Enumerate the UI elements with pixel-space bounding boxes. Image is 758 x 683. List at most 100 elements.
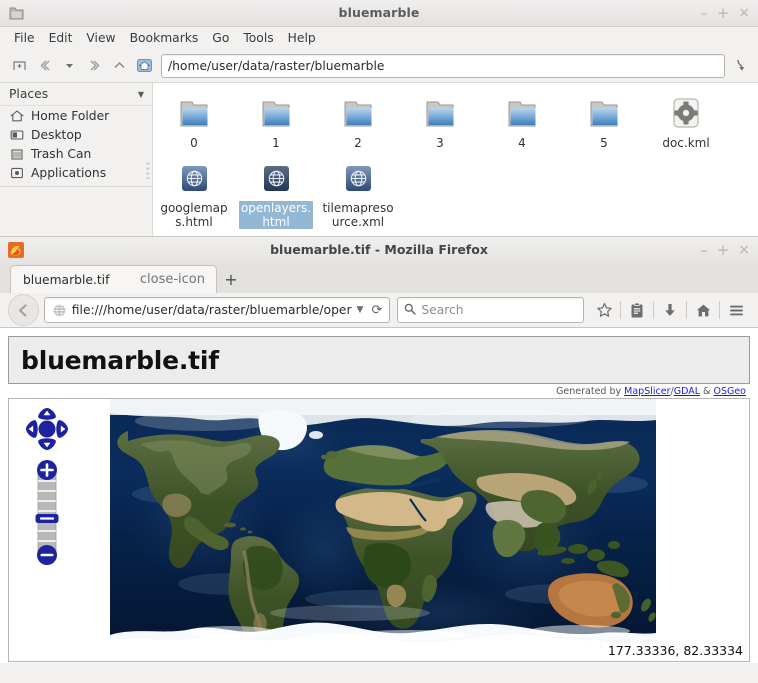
map-container[interactable]: 177.33336, 82.33334 <box>8 398 750 662</box>
reload-icon[interactable]: ⟳ <box>368 303 385 318</box>
file-name: 4 <box>518 136 526 150</box>
hamburger-menu-icon[interactable] <box>722 296 750 324</box>
osgeo-link[interactable]: OSGeo <box>713 386 746 397</box>
firefox-window: bluemarble.tif - Mozilla Firefox – + × b… <box>0 236 758 683</box>
reading-list-icon[interactable] <box>623 296 651 324</box>
download-arrow-icon[interactable] <box>656 296 684 324</box>
sidebar-resize-grip[interactable] <box>146 161 150 179</box>
menu-edit[interactable]: Edit <box>42 29 80 47</box>
file-item-googlemaps-html[interactable]: googlemaps.html <box>153 156 235 229</box>
sidebar-item-label: Applications <box>31 165 107 180</box>
file-name: 1 <box>272 136 280 150</box>
file-name: openlayers.html <box>239 201 313 229</box>
file-item-doc-kml[interactable]: doc.kml <box>645 91 727 150</box>
pan-arrows-icon[interactable] <box>25 407 69 451</box>
url-bar[interactable]: file:///home/user/data/raster/bluemarble… <box>43 297 391 323</box>
url-text: file:///home/user/data/raster/bluemarble… <box>71 303 352 317</box>
page-content: bluemarble.tif Generated by MapSlicer/GD… <box>0 328 758 663</box>
minimize-button[interactable]: – <box>700 242 708 258</box>
places-label: Places <box>9 87 49 101</box>
download-icon[interactable] <box>729 55 751 77</box>
file-item-2[interactable]: 2 <box>317 91 399 150</box>
search-placeholder: Search <box>421 303 464 317</box>
file-manager-toolbar: /home/user/data/raster/bluemarble <box>0 49 758 83</box>
desktop-icon <box>9 127 24 142</box>
tab-bluemarble-tif[interactable]: bluemarble.tif close-icon <box>10 265 217 293</box>
file-item-3[interactable]: 3 <box>399 91 481 150</box>
up-icon[interactable] <box>107 53 132 78</box>
minimize-button[interactable]: – <box>700 5 708 21</box>
file-item-5[interactable]: 5 <box>563 91 645 150</box>
map-tile-layer[interactable] <box>110 399 656 648</box>
web-file-icon <box>337 160 379 198</box>
sidebar-item-applications[interactable]: Applications <box>0 163 152 182</box>
menu-view[interactable]: View <box>79 29 122 47</box>
sidebar-item-home-folder[interactable]: Home Folder <box>0 106 152 125</box>
path-text: /home/user/data/raster/bluemarble <box>168 58 385 73</box>
file-name: 3 <box>436 136 444 150</box>
menu-tools[interactable]: Tools <box>236 29 280 47</box>
file-manager-title: bluemarble <box>338 5 420 20</box>
chevron-down-icon[interactable] <box>57 53 82 78</box>
close-button[interactable]: × <box>738 243 750 257</box>
new-tab-icon[interactable] <box>7 53 32 78</box>
chevron-down-icon[interactable]: ▼ <box>352 305 369 315</box>
page-header: bluemarble.tif <box>8 336 750 384</box>
mapslicer-link[interactable]: MapSlicer <box>624 386 670 397</box>
maximize-button[interactable]: + <box>717 242 730 258</box>
file-manager-window-controls: – + × <box>700 0 750 26</box>
firefox-tabbar: bluemarble.tif close-icon + <box>0 263 758 293</box>
menu-bookmarks[interactable]: Bookmarks <box>123 29 206 47</box>
file-item-0[interactable]: 0 <box>153 91 235 150</box>
file-item-4[interactable]: 4 <box>481 91 563 150</box>
folder-icon <box>501 95 543 133</box>
firefox-toolbar-icons <box>590 296 750 324</box>
web-file-icon <box>255 160 297 198</box>
search-icon <box>404 303 417 318</box>
gdal-link[interactable]: GDAL <box>674 386 700 397</box>
folder-icon <box>255 95 297 133</box>
back-icon[interactable] <box>32 53 57 78</box>
credit-prefix: Generated by <box>556 386 625 397</box>
folder-icon <box>8 5 25 22</box>
home-icon[interactable] <box>689 296 717 324</box>
places-header[interactable]: Places ▼ <box>0 83 152 106</box>
folder-icon <box>337 95 379 133</box>
sidebar-item-desktop[interactable]: Desktop <box>0 125 152 144</box>
zoom-slider-icon[interactable] <box>34 457 60 570</box>
toolbar-divider <box>653 301 654 319</box>
file-name: doc.kml <box>662 136 710 150</box>
file-item-tilemapresource-xml[interactable]: tilemapresource.xml <box>317 156 399 229</box>
menu-go[interactable]: Go <box>205 29 236 47</box>
file-row: googlemaps.html openlayers.html tilemapr… <box>153 156 758 229</box>
star-icon[interactable] <box>590 296 618 324</box>
file-item-1[interactable]: 1 <box>235 91 317 150</box>
file-list-area[interactable]: 0 1 2 3 4 5 doc.kml googlemaps.html open… <box>153 83 758 238</box>
menu-file[interactable]: File <box>7 29 42 47</box>
home-icon[interactable] <box>132 53 157 78</box>
menu-help[interactable]: Help <box>281 29 323 47</box>
search-bar[interactable]: Search <box>397 297 584 323</box>
chevron-down-icon[interactable]: ▼ <box>138 90 144 99</box>
file-name: 0 <box>190 136 198 150</box>
page-title: bluemarble.tif <box>21 345 219 375</box>
new-tab-button[interactable]: + <box>217 266 245 293</box>
path-bar[interactable]: /home/user/data/raster/bluemarble <box>161 53 725 78</box>
openlayers-navigation-control <box>25 407 69 570</box>
close-button[interactable]: × <box>738 6 750 20</box>
map-coordinates-readout: 177.33336, 82.33334 <box>601 642 748 660</box>
file-item-openlayers-html[interactable]: openlayers.html <box>235 156 317 229</box>
generated-by-credit: Generated by MapSlicer/GDAL & OSGeo <box>0 384 758 398</box>
sidebar-item-trash-can[interactable]: Trash Can <box>0 144 152 163</box>
back-arrow-icon[interactable] <box>8 294 39 326</box>
tab-label: bluemarble.tif <box>23 272 110 287</box>
folder-icon <box>173 95 215 133</box>
maximize-button[interactable]: + <box>717 5 730 21</box>
forward-icon[interactable] <box>82 53 107 78</box>
toolbar-divider <box>686 301 687 319</box>
sidebar-item-label: Home Folder <box>31 108 110 123</box>
file-manager-window: bluemarble – + × File Edit View Bookmark… <box>0 0 758 238</box>
close-icon[interactable]: close-icon <box>137 272 208 287</box>
places-sidebar: Places ▼ Home Folder Desktop Trash Can A… <box>0 83 153 238</box>
file-name: 2 <box>354 136 362 150</box>
